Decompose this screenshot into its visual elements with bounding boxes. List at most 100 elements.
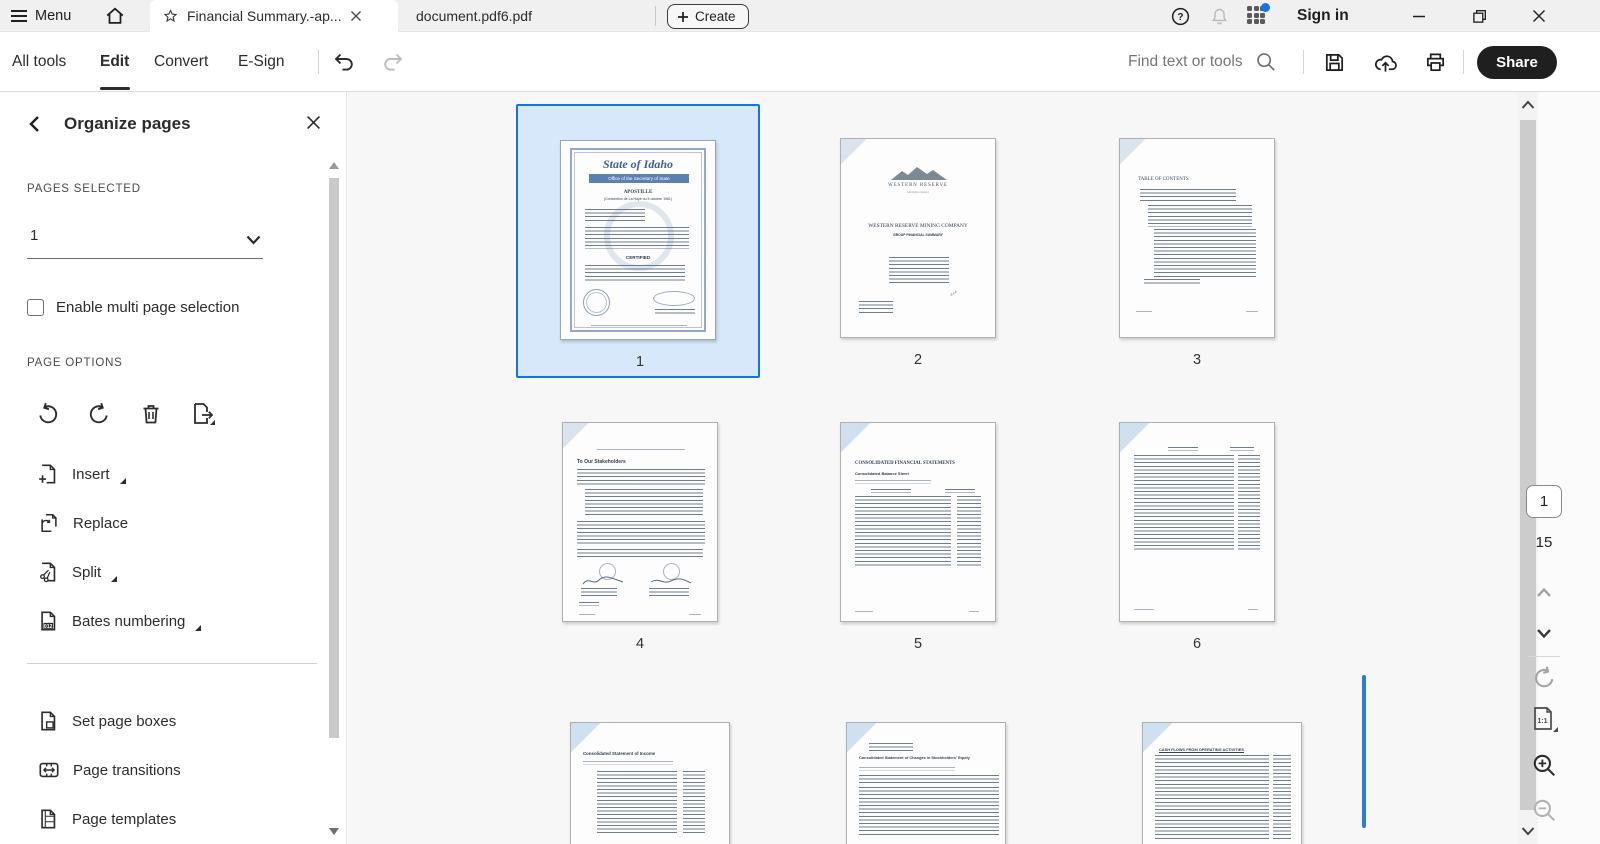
next-page-button[interactable] [1528, 617, 1560, 649]
chevron-up-icon [1537, 587, 1551, 597]
tab-edit[interactable]: Edit [100, 32, 129, 91]
set-page-boxes-icon [41, 711, 56, 731]
tab-esign[interactable]: E-Sign [238, 32, 285, 91]
delete-page-button[interactable] [138, 401, 164, 427]
close-panel-button[interactable] [306, 115, 321, 135]
panel-title: Organize pages [64, 114, 191, 133]
scroll-down-icon[interactable] [1521, 826, 1535, 836]
share-button[interactable]: Share [1477, 46, 1557, 79]
panel-scroll-up[interactable] [329, 162, 339, 169]
split-document-button[interactable]: Split [38, 561, 120, 583]
divider [318, 50, 319, 74]
apps-launcher-button[interactable] [1247, 3, 1270, 26]
page-thumbnail[interactable]: Consolidated Statement of Changes in Sto… [846, 722, 1006, 844]
close-tab-icon[interactable] [350, 10, 362, 22]
page-thumbnails-area: State of Idaho Office of the Secretary o… [348, 92, 1518, 844]
sign-in-button[interactable]: Sign in [1297, 0, 1349, 32]
panel-scrollbar-thumb[interactable] [329, 178, 339, 738]
chevron-down-icon[interactable] [246, 232, 261, 250]
back-button[interactable] [26, 115, 44, 138]
replace-label: Replace [73, 514, 129, 532]
multi-page-selection-row[interactable]: Enable multi page selection [27, 299, 239, 316]
page-thumbnail-image[interactable]: State of Idaho Office of the Secretary o… [560, 140, 716, 340]
rotate-clockwise-icon [89, 402, 108, 424]
tab-all-tools[interactable]: All tools [12, 32, 66, 91]
rotate-page-button[interactable] [1528, 662, 1560, 694]
actual-size-button[interactable]: 1:1 [1528, 703, 1560, 735]
bates-numbering-icon: 012 [41, 611, 56, 631]
page-transitions-button[interactable]: Page transitions [38, 759, 181, 781]
upload-cloud-button[interactable] [1371, 48, 1399, 76]
page-thumbnail[interactable]: TABLE OF CONTENTS [1119, 138, 1275, 338]
find-tools-search[interactable]: Find text or tools [1128, 32, 1277, 91]
divider [27, 663, 317, 664]
document-title: WESTERN RESERVE MINING COMPANY [868, 223, 968, 229]
split-page-icon [40, 562, 56, 583]
logo-subtext: MiningCompany [907, 190, 929, 194]
page-thumbnail[interactable]: CASH FLOWS FROM OPERATING ACTIVITIES [1142, 722, 1302, 844]
help-button[interactable]: ? [1170, 0, 1191, 32]
pages-selected-dropdown[interactable]: 1 [30, 227, 38, 244]
title-bar: Menu Financial Summary.-ap... document.p… [0, 0, 1600, 32]
bates-numbering-button[interactable]: 012 Bates numbering [38, 610, 204, 632]
page-thumbnail[interactable]: WESTERN RESERVE MiningCompany WESTERN RE… [840, 138, 996, 338]
close-icon [1533, 10, 1545, 22]
print-button[interactable] [1421, 48, 1449, 76]
apostille-subheading: (Convention de La Haye du 5 octobre 1961… [603, 197, 673, 201]
page-templates-icon [41, 809, 56, 829]
chevron-left-icon [29, 116, 39, 132]
svg-text:012: 012 [44, 624, 53, 630]
undo-button[interactable] [330, 48, 358, 76]
current-page-value: 1 [1539, 493, 1549, 510]
window-restore-button[interactable] [1456, 0, 1502, 32]
home-button[interactable] [104, 0, 126, 32]
submenu-indicator-icon [195, 625, 202, 631]
page-options-label: PAGE OPTIONS [27, 357, 123, 369]
document-subtitle: GROUP FINANCIAL SUMMARY [893, 233, 943, 237]
document-title: CONSOLIDATED FINANCIAL STATEMENTS [855, 461, 955, 466]
certified-text: CERTIFIED [625, 255, 651, 260]
document-tab-active[interactable]: Financial Summary.-ap... [150, 0, 398, 32]
page-templates-label: Page templates [72, 810, 177, 828]
create-button[interactable]: Create [667, 4, 749, 29]
menu-button[interactable]: Menu [10, 0, 71, 32]
tab-title: Financial Summary.-ap... [187, 8, 342, 24]
page-thumbnail[interactable]: Consolidated Statement of Income [570, 722, 730, 844]
replace-pages-button[interactable]: Replace [38, 512, 128, 534]
restore-icon [1472, 9, 1486, 23]
previous-page-button[interactable] [1528, 576, 1560, 608]
redo-button[interactable] [379, 48, 407, 76]
page-thumbnail[interactable]: CONSOLIDATED FINANCIAL STATEMENTS Consol… [840, 422, 996, 622]
page-number-label: 6 [1192, 636, 1202, 652]
panel-scroll-down[interactable] [329, 828, 339, 835]
extract-page-button[interactable] [190, 401, 216, 427]
zoom-in-button[interactable] [1528, 749, 1560, 781]
page-templates-button[interactable]: Page templates [38, 808, 176, 830]
save-button[interactable] [1320, 48, 1348, 76]
one-to-one-zoom-icon: 1:1 [1534, 707, 1558, 732]
scroll-up-icon[interactable] [1521, 100, 1535, 110]
insert-pages-button[interactable]: Insert [38, 463, 129, 485]
page-thumbnail[interactable]: To Our Stakeholders [562, 422, 718, 622]
window-close-button[interactable] [1516, 0, 1562, 32]
page-transitions-label: Page transitions [73, 761, 181, 779]
undo-icon [334, 53, 353, 71]
page-thumbnail[interactable] [1119, 422, 1275, 622]
current-page-input[interactable]: 1 [1526, 485, 1562, 518]
rotate-left-button[interactable] [35, 401, 61, 427]
window-minimize-button[interactable] [1396, 0, 1442, 32]
notifications-button[interactable] [1209, 0, 1230, 32]
zoom-out-button[interactable] [1528, 794, 1560, 826]
rotate-clockwise-icon [1535, 666, 1554, 688]
rotate-right-button[interactable] [86, 401, 112, 427]
create-label: Create [695, 9, 736, 24]
set-page-boxes-button[interactable]: Set page boxes [38, 710, 176, 732]
tab-label: E-Sign [238, 52, 285, 70]
star-icon[interactable] [162, 8, 179, 25]
active-tab-underline [100, 87, 130, 90]
tab-convert[interactable]: Convert [154, 32, 208, 91]
insert-page-icon [39, 464, 56, 484]
multi-page-checkbox[interactable] [27, 299, 44, 316]
document-tab-inactive[interactable]: document.pdf6.pdf [404, 0, 544, 32]
page-thumbnail-selected[interactable]: State of Idaho Office of the Secretary o… [516, 104, 760, 378]
